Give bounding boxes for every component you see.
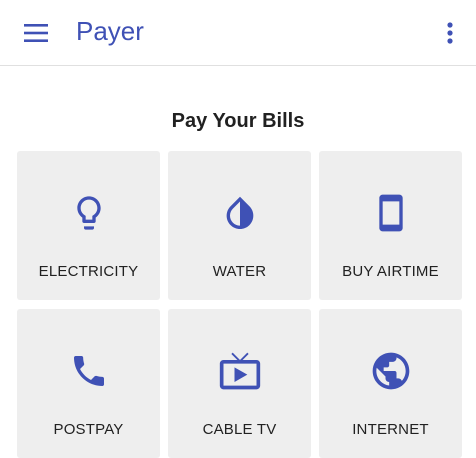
tile-label: ELECTRICITY: [38, 263, 139, 280]
tile-postpay[interactable]: POSTPAY: [17, 309, 160, 458]
tile-electricity[interactable]: ELECTRICITY: [17, 151, 160, 300]
smartphone-icon: [378, 194, 403, 232]
tile-label: BUY AIRTIME: [342, 263, 439, 280]
tile-buy-airtime[interactable]: BUY AIRTIME: [319, 151, 462, 300]
tv-icon: [219, 352, 260, 390]
menu-button[interactable]: [18, 15, 54, 51]
tile-internet[interactable]: INTERNET: [319, 309, 462, 458]
tile-label: INTERNET: [352, 421, 429, 438]
more-options-button[interactable]: [434, 15, 466, 51]
tile-water[interactable]: WATER: [168, 151, 311, 300]
app-bar: Payer: [0, 0, 476, 66]
bill-grid: ELECTRICITY WATER BUY AIRTIME POSTPAY CA…: [17, 151, 463, 458]
water-drop-icon: [226, 196, 253, 229]
lightbulb-icon: [76, 196, 101, 230]
tile-cable-tv[interactable]: CABLE TV: [168, 309, 311, 458]
globe-icon: [372, 352, 409, 390]
tile-label: POSTPAY: [53, 421, 124, 438]
app-title: Payer: [76, 16, 144, 46]
more-vert-icon: [447, 22, 453, 44]
phone-icon: [73, 356, 104, 386]
hamburger-menu-icon: [24, 24, 48, 42]
tile-label: CABLE TV: [202, 421, 277, 438]
tile-label: WATER: [212, 263, 267, 280]
section-heading: Pay Your Bills: [171, 110, 305, 132]
